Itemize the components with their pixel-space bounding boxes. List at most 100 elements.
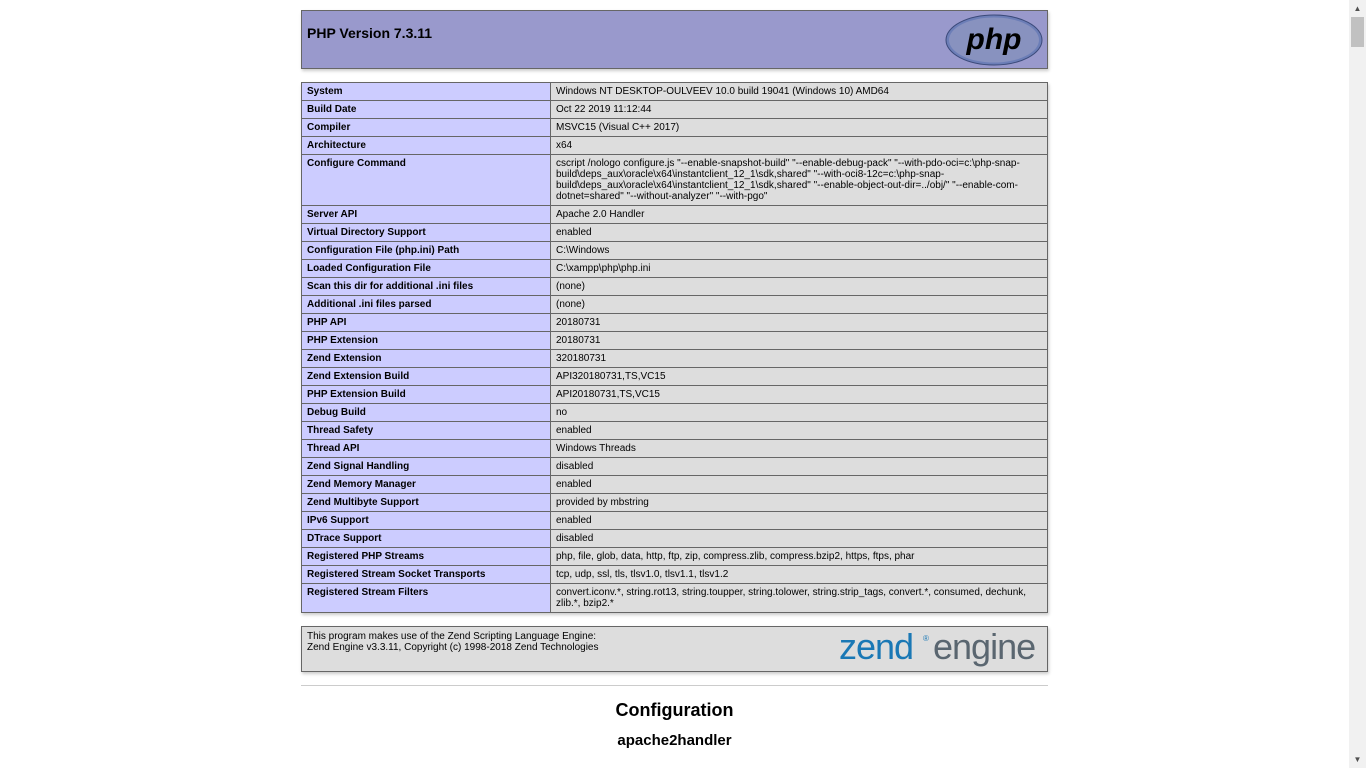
- row-key: Configuration File (php.ini) Path: [301, 241, 551, 260]
- row-key: Architecture: [301, 136, 551, 155]
- table-row: Zend Extension Build API320180731,TS,VC15: [301, 367, 1048, 386]
- row-value: MSVC15 (Visual C++ 2017): [550, 118, 1048, 137]
- page-title: PHP Version 7.3.11: [307, 25, 433, 41]
- row-value: cscript /nologo configure.js "--enable-s…: [550, 154, 1048, 206]
- page: PHP Version 7.3.11 php System Windows NT …: [0, 0, 1349, 768]
- table-row: PHP Extension 20180731: [301, 331, 1048, 350]
- section-divider: [301, 685, 1048, 686]
- table-row: Zend Signal Handling disabled: [301, 457, 1048, 476]
- row-value: Windows NT DESKTOP-OULVEEV 10.0 build 19…: [550, 82, 1048, 101]
- row-value: enabled: [550, 511, 1048, 530]
- row-value: 20180731: [550, 331, 1048, 350]
- row-value: Apache 2.0 Handler: [550, 205, 1048, 224]
- row-key: Registered Stream Socket Transports: [301, 565, 551, 584]
- row-value: x64: [550, 136, 1048, 155]
- row-key: Virtual Directory Support: [301, 223, 551, 242]
- row-key: IPv6 Support: [301, 511, 551, 530]
- row-value: 20180731: [550, 313, 1048, 332]
- row-key: Build Date: [301, 100, 551, 119]
- row-value: enabled: [550, 421, 1048, 440]
- table-row: Debug Build no: [301, 403, 1048, 422]
- row-value: API320180731,TS,VC15: [550, 367, 1048, 386]
- table-row: PHP API 20180731: [301, 313, 1048, 332]
- scroll-up-icon[interactable]: ▲: [1349, 0, 1366, 17]
- zend-engine-box: This program makes use of the Zend Scrip…: [301, 626, 1048, 672]
- row-key: Thread API: [301, 439, 551, 458]
- table-row: Thread Safety enabled: [301, 421, 1048, 440]
- row-key: Server API: [301, 205, 551, 224]
- zend-logo-word1: zend: [839, 629, 913, 667]
- table-row: Configuration File (php.ini) Path C:\Wind…: [301, 241, 1048, 260]
- row-value: C:\xampp\php\php.ini: [550, 259, 1048, 278]
- info-table: System Windows NT DESKTOP-OULVEEV 10.0 bu…: [301, 82, 1048, 613]
- row-key: Zend Memory Manager: [301, 475, 551, 494]
- table-row: Registered PHP Streams php, file, glob, d…: [301, 547, 1048, 566]
- row-value: no: [550, 403, 1048, 422]
- zend-notice-line2: Zend Engine v3.3.11, Copyright (c) 1998-…: [307, 642, 599, 653]
- php-logo-icon: php: [945, 14, 1043, 66]
- zend-logo-word2: engine: [933, 629, 1035, 667]
- row-key: Thread Safety: [301, 421, 551, 440]
- configuration-heading: Configuration: [615, 700, 734, 720]
- row-key: Compiler: [301, 118, 551, 137]
- table-row: Virtual Directory Support enabled: [301, 223, 1048, 242]
- row-value: tcp, udp, ssl, tls, tlsv1.0, tlsv1.1, tl…: [550, 565, 1048, 584]
- table-row: Build Date Oct 22 2019 11:12:44: [301, 100, 1048, 119]
- row-value: API20180731,TS,VC15: [550, 385, 1048, 404]
- row-value: Oct 22 2019 11:12:44: [550, 100, 1048, 119]
- row-value: Windows Threads: [550, 439, 1048, 458]
- row-key: Additional .ini files parsed: [301, 295, 551, 314]
- table-row: Thread API Windows Threads: [301, 439, 1048, 458]
- zend-notice-line1: This program makes use of the Zend Scrip…: [307, 631, 597, 642]
- table-row: System Windows NT DESKTOP-OULVEEV 10.0 bu…: [301, 82, 1048, 101]
- table-row: IPv6 Support enabled: [301, 511, 1048, 530]
- row-value: enabled: [550, 223, 1048, 242]
- row-value: disabled: [550, 529, 1048, 548]
- row-value: provided by mbstring: [550, 493, 1048, 512]
- zend-engine-logo-icon: zend ® engine: [839, 629, 1036, 667]
- table-row: Loaded Configuration File C:\xampp\php\ph…: [301, 259, 1048, 278]
- table-row: Zend Multibyte Support provided by mbstri…: [301, 493, 1048, 512]
- row-value: disabled: [550, 457, 1048, 476]
- table-row: Scan this dir for additional .ini files(…: [301, 277, 1048, 296]
- phpinfo-container: PHP Version 7.3.11 php System Windows NT …: [301, 10, 1048, 749]
- table-row: Registered Stream Filters convert.iconv.*…: [301, 583, 1048, 613]
- row-value: 320180731: [550, 349, 1048, 368]
- vertical-scrollbar[interactable]: ▲ ▼: [1349, 0, 1366, 768]
- row-key: Scan this dir for additional .ini files: [301, 277, 551, 296]
- scrollbar-thumb[interactable]: [1351, 17, 1364, 47]
- row-key: Registered Stream Filters: [301, 583, 551, 613]
- table-row: Zend Memory Manager enabled: [301, 475, 1048, 494]
- row-key: PHP API: [301, 313, 551, 332]
- php-version-header: PHP Version 7.3.11 php: [301, 10, 1048, 69]
- php-logo-text: php: [966, 23, 1022, 56]
- row-value: php, file, glob, data, http, ftp, zip, c…: [550, 547, 1048, 566]
- row-key: Zend Extension Build: [301, 367, 551, 386]
- row-key: Debug Build: [301, 403, 551, 422]
- table-row: Zend Extension 320180731: [301, 349, 1048, 368]
- row-value: convert.iconv.*, string.rot13, string.to…: [550, 583, 1048, 613]
- table-row: DTrace Support disabled: [301, 529, 1048, 548]
- row-key: PHP Extension Build: [301, 385, 551, 404]
- table-row: Configure Command cscript /nologo configu…: [301, 154, 1048, 206]
- table-row: PHP Extension Build API20180731,TS,VC15: [301, 385, 1048, 404]
- table-row: Registered Stream Socket Transports tcp, …: [301, 565, 1048, 584]
- row-value: (none): [550, 295, 1048, 314]
- row-key: PHP Extension: [301, 331, 551, 350]
- row-value: enabled: [550, 475, 1048, 494]
- row-key: System: [301, 82, 551, 101]
- row-value: C:\Windows: [550, 241, 1048, 260]
- row-key: DTrace Support: [301, 529, 551, 548]
- table-row: Architecture x64: [301, 136, 1048, 155]
- scroll-down-icon[interactable]: ▼: [1349, 751, 1366, 768]
- row-key: Configure Command: [301, 154, 551, 206]
- apache2handler-heading: apache2handler: [617, 732, 732, 749]
- row-key: Zend Signal Handling: [301, 457, 551, 476]
- table-row: Additional .ini files parsed (none): [301, 295, 1048, 314]
- row-key: Zend Multibyte Support: [301, 493, 551, 512]
- row-key: Loaded Configuration File: [301, 259, 551, 278]
- row-value: (none): [550, 277, 1048, 296]
- table-row: Server API Apache 2.0 Handler: [301, 205, 1048, 224]
- table-row: Compiler MSVC15 (Visual C++ 2017): [301, 118, 1048, 137]
- row-key: Zend Extension: [301, 349, 551, 368]
